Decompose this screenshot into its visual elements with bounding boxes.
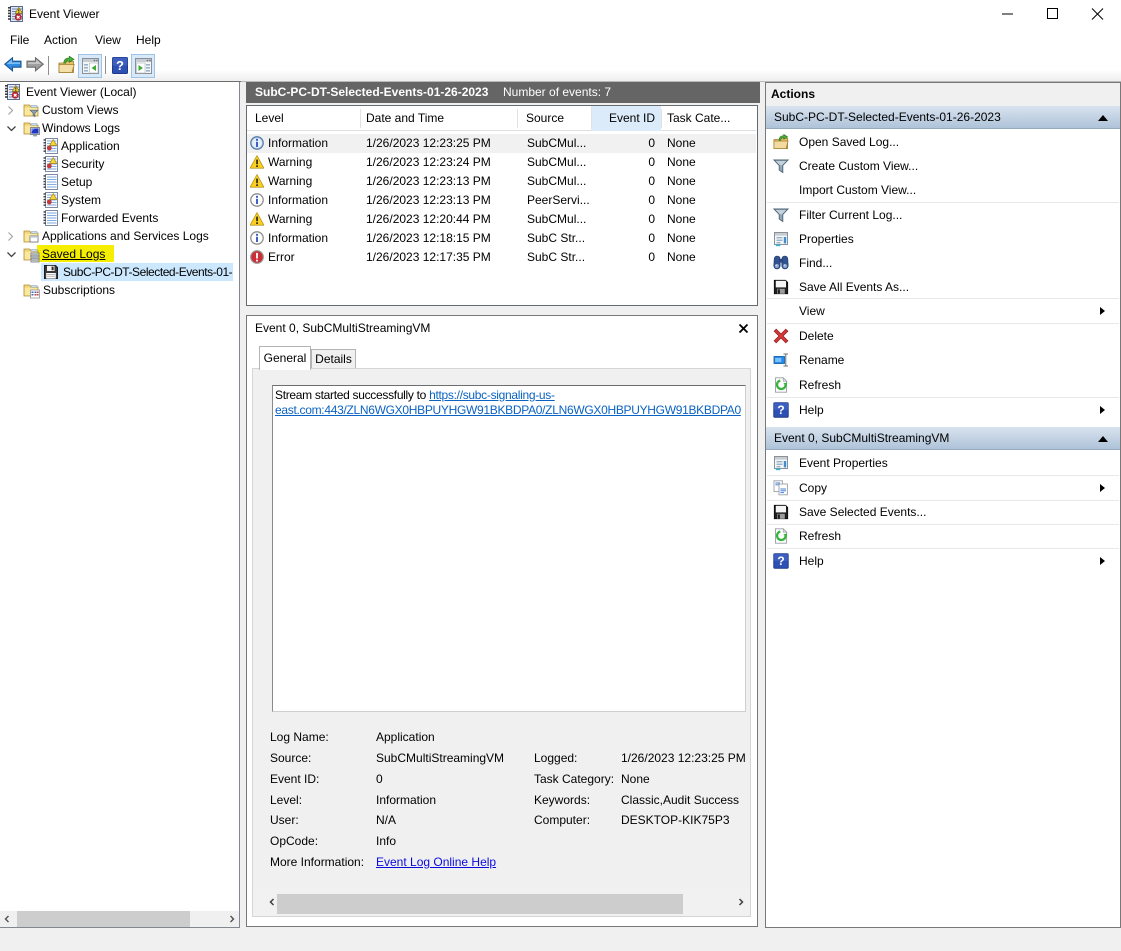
svg-text:?: ?	[777, 403, 784, 417]
svg-text:?: ?	[116, 58, 124, 73]
svg-text:?: ?	[777, 554, 784, 568]
